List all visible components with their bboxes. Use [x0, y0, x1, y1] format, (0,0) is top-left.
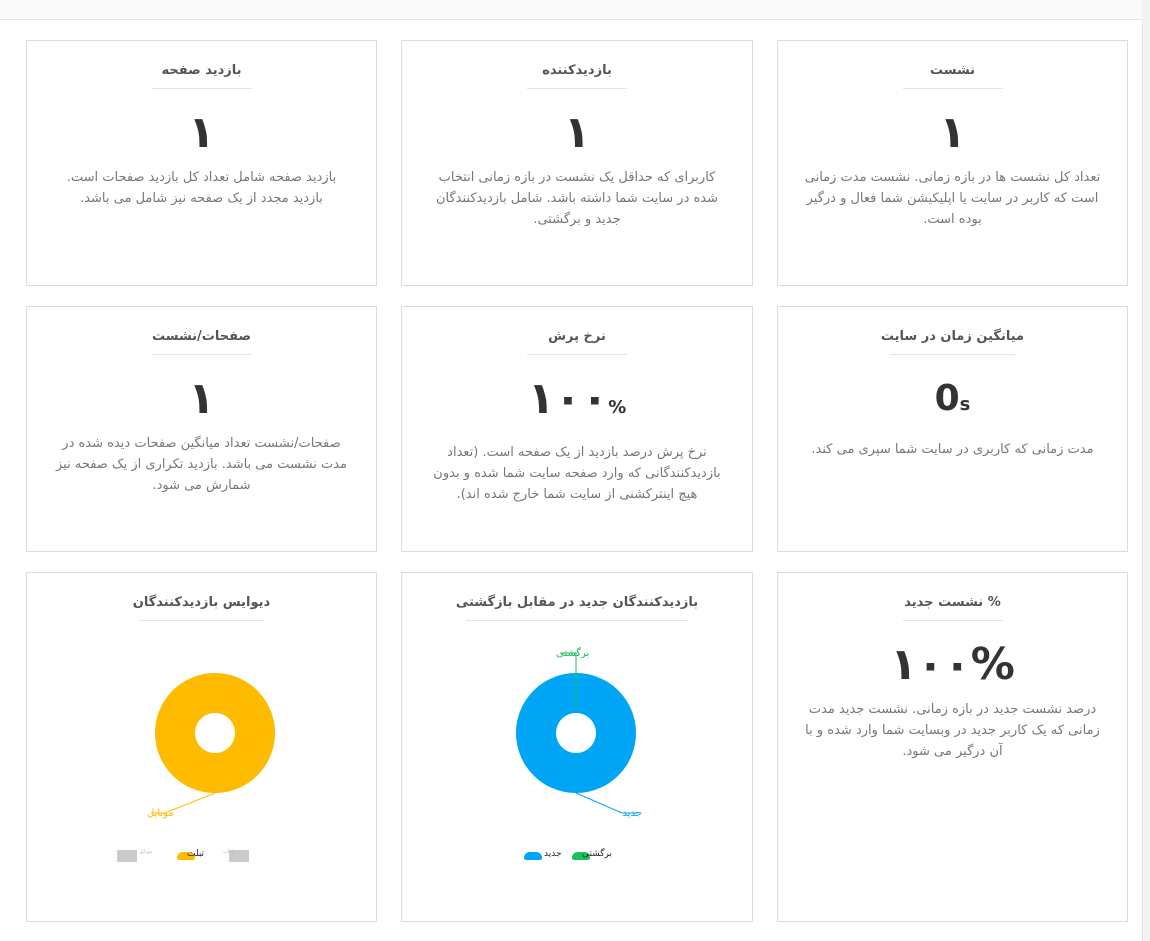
callout-label-mobile: موبایل: [147, 808, 174, 819]
pageviews-value: ۱: [188, 107, 215, 158]
chart-svg: برگشتی جدید: [515, 647, 642, 819]
legend-swatch-mobile[interactable]: [117, 850, 137, 862]
card-description: تعداد کل نشست ها در بازه زمانی. نشست مدت…: [804, 170, 1101, 227]
chart-legend: موبایل تبلت دسکتاپ: [115, 848, 290, 864]
avg-time-number: 0: [934, 378, 960, 419]
chart-svg: موبایل: [147, 673, 275, 819]
card-title: صفحات/نشست: [151, 329, 252, 355]
card-title: بازدیدکنندگان جدید در مقابل بازگشتی: [456, 595, 698, 621]
legend-label-tablet[interactable]: تبلت: [187, 849, 204, 859]
bounce-unit: %: [608, 397, 627, 418]
pie-slice-mobile[interactable]: [154, 673, 275, 793]
legend-label-new[interactable]: جدید: [544, 849, 562, 859]
card-title: نشست: [902, 63, 1003, 89]
card-description: مدت زمانی که کاربری در سایت شما سپری می …: [811, 442, 1094, 457]
legend-label-desktop[interactable]: دسکتاپ: [223, 849, 240, 855]
card-title: بازدید صفحه: [151, 63, 252, 89]
card-description: کاربرای که حداقل یک نشست در بازه زمانی ا…: [435, 170, 719, 227]
card-description: نرخ پرش درصد بازدید از یک صفحه است. (تعد…: [433, 445, 721, 502]
new-vs-returning-chart: برگشتی جدید: [402, 633, 752, 873]
card-new-vs-returning: بازدیدکنندگان جدید در مقابل بازگشتی برگش…: [401, 572, 753, 922]
legend-label-mobile[interactable]: موبایل: [139, 849, 152, 855]
avg-time-unit: s: [959, 394, 971, 415]
legend-swatch-new[interactable]: [524, 852, 542, 860]
new-sessions-value: ۱۰۰%: [890, 639, 1015, 690]
card-description: صفحات/نشست تعداد میانگین صفحات دیده شده …: [56, 436, 347, 493]
chart-legend: جدید برگشتی: [522, 848, 642, 864]
card-sessions: نشست ۱ تعداد کل نشست ها در بازه زمانی. ن…: [777, 40, 1128, 286]
callout-label-new: جدید: [623, 808, 642, 819]
devices-chart: موبایل: [27, 633, 376, 873]
pages-per-session-value: ۱: [188, 373, 215, 424]
card-bounce-rate: نرخ پرش ۱۰۰% نرخ پرش درصد بازدید از یک ص…: [401, 306, 753, 552]
card-pages-per-session: صفحات/نشست ۱ صفحات/نشست تعداد میانگین صف…: [26, 306, 377, 552]
legend-label-returning[interactable]: برگشتی: [582, 849, 612, 859]
card-avg-time: میانگین زمان در سایت 0s مدت زمانی که کار…: [777, 306, 1128, 552]
bounce-value: ۱۰۰%: [402, 371, 752, 436]
callout-label-returning: برگشتی: [556, 647, 589, 659]
card-new-sessions: % نشست جدید ۱۰۰% درصد نشست جدید در بازه …: [777, 572, 1128, 922]
card-title: میانگین زمان در سایت: [881, 329, 1024, 355]
visitors-value: ۱: [563, 107, 591, 158]
bounce-number: ۱۰۰: [527, 373, 609, 424]
card-visitors: بازدیدکننده ۱ کاربرای که حداقل یک نشست د…: [401, 40, 753, 286]
sessions-value: ۱: [939, 107, 966, 158]
card-title: بازدیدکننده: [527, 63, 627, 89]
card-description: بازدید صفحه شامل تعداد کل بازدید صفحات ا…: [66, 170, 337, 206]
top-bar: [0, 0, 1142, 20]
card-devices: دیوایس بازدیدکنندگان موبایل موبایل تبلت …: [26, 572, 377, 922]
card-title: % نشست جدید: [902, 595, 1003, 621]
card-description: درصد نشست جدید در بازه زمانی. نشست جدید …: [805, 702, 1100, 759]
card-title: دیوایس بازدیدکنندگان: [133, 595, 270, 621]
card-title: نرخ پرش: [527, 329, 627, 355]
card-pageviews: بازدید صفحه ۱ بازدید صفحه شامل تعداد کل …: [26, 40, 377, 286]
avg-time-value: 0s: [778, 371, 1127, 433]
